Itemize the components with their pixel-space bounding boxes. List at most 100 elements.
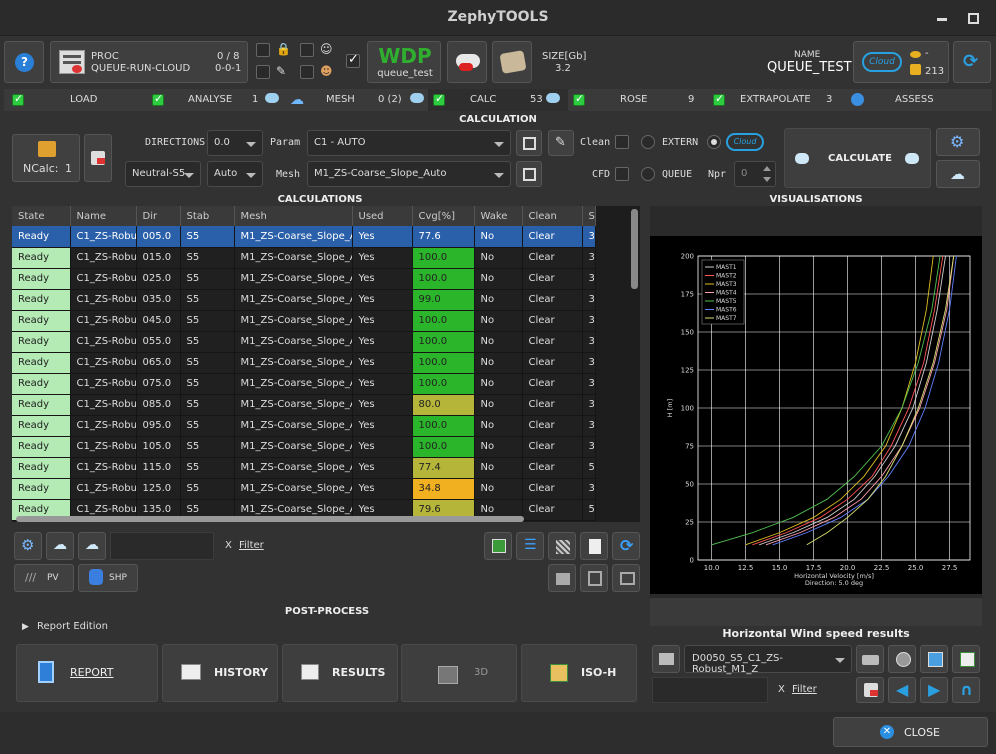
stability-select[interactable]: Neutral-S5 [125, 161, 201, 187]
table-row[interactable]: ReadyC1_ZS-Robust015.0S5M1_ZS-Coarse_Slo… [12, 247, 596, 269]
refresh-button[interactable]: ⟳ [953, 41, 991, 83]
globe-button[interactable] [888, 645, 916, 673]
table-cloud-remove-button[interactable]: ☁ [78, 532, 106, 560]
npr-spinbox[interactable]: 0 [734, 161, 776, 187]
column-header[interactable]: Clean [522, 206, 583, 226]
step-assess[interactable]: ASSESS [848, 89, 992, 111]
option-checkbox-3[interactable] [300, 43, 314, 57]
column-header[interactable]: Cvg[%] [412, 206, 475, 226]
pv-button[interactable]: /// PV [14, 564, 74, 592]
edit-param-button[interactable]: ✎ [548, 130, 574, 156]
option-checkbox-2[interactable] [256, 65, 270, 79]
column-header[interactable]: State [12, 206, 71, 226]
3d-button[interactable]: 3D [401, 644, 517, 702]
table-row[interactable]: ReadyC1_ZS-Robust005.0S5M1_ZS-Coarse_Slo… [12, 226, 596, 248]
table-row[interactable]: ReadyC1_ZS-Robust105.0S5M1_ZS-Coarse_Slo… [12, 436, 596, 458]
vis-print-button[interactable] [652, 645, 680, 673]
close-button[interactable]: ✕ CLOSE [833, 717, 988, 747]
step-rose[interactable]: ROSE 9 [568, 89, 708, 111]
table-row[interactable]: ReadyC1_ZS-Robust125.0S5M1_ZS-Coarse_Slo… [12, 478, 596, 500]
chevron-right-icon[interactable]: ▶ [22, 622, 29, 632]
spin-down-icon[interactable] [763, 177, 771, 182]
queue-radio[interactable] [641, 167, 655, 181]
step-extrapolate[interactable]: EXTRAPOLATE 3 [708, 89, 848, 111]
param-settings-button[interactable] [516, 130, 542, 156]
table-upload-button[interactable]: ☁ [46, 532, 74, 560]
mesh-select[interactable]: M1_ZS-Coarse_Slope_Auto [307, 161, 511, 187]
step-calc[interactable]: CALC 53 [428, 89, 568, 111]
filter-clear[interactable]: X [225, 540, 232, 551]
maximize-button[interactable] [968, 13, 979, 24]
wdp-queue-button[interactable]: WDP queue_test [367, 41, 441, 83]
report-edition-label[interactable]: Report Edition [37, 621, 108, 632]
history-button[interactable]: HISTORY [162, 644, 278, 702]
undo-button[interactable]: ∩ [952, 677, 980, 703]
table-row[interactable]: ReadyC1_ZS-Robust085.0S5M1_ZS-Coarse_Slo… [12, 394, 596, 416]
column-header[interactable]: Dir [136, 206, 181, 226]
column-header[interactable]: Stab [180, 206, 235, 226]
document-button[interactable] [580, 532, 608, 560]
cloud-radio[interactable] [707, 135, 721, 149]
shp-button[interactable]: SHP [78, 564, 138, 592]
wdp-checkbox[interactable]: ✓ [346, 52, 360, 68]
vis-filter-clear[interactable]: X [778, 684, 785, 695]
list-view-button[interactable]: ☰ [516, 532, 544, 560]
column-header[interactable]: S [582, 206, 596, 226]
auto-select[interactable]: Auto [207, 161, 263, 187]
column-header[interactable]: Wake [474, 206, 523, 226]
pattern-button[interactable] [548, 532, 576, 560]
minimize-button[interactable] [937, 18, 947, 21]
clean-checkbox[interactable] [615, 135, 629, 149]
spin-up-icon[interactable] [763, 166, 771, 171]
result-select[interactable]: D0050_S5_C1_ZS-Robust_M1_Z [684, 645, 852, 675]
vis-save-button[interactable] [920, 645, 948, 673]
mesh-settings-button[interactable] [516, 161, 542, 187]
horizontal-scrollbar[interactable] [16, 516, 524, 522]
step-load[interactable]: LOAD [4, 89, 144, 111]
column-header[interactable]: Mesh [234, 206, 353, 226]
cfd-checkbox[interactable] [615, 167, 629, 181]
calc-upload-button[interactable]: ☁ [936, 160, 980, 188]
calculate-button[interactable]: CALCULATE [784, 128, 931, 188]
iso-h-button[interactable]: ISO-H [521, 644, 637, 702]
tree-button[interactable] [580, 564, 608, 592]
vertical-scrollbar[interactable] [631, 209, 638, 289]
previous-button[interactable]: ◀ [888, 677, 916, 703]
cloud-disconnect-button[interactable] [447, 41, 487, 83]
report-button[interactable]: REPORT [16, 644, 158, 702]
proc-panel[interactable]: PROC QUEUE-RUN-CLOUD 0 / 8 0-0-1 [50, 41, 248, 83]
print-button[interactable] [548, 564, 576, 592]
filter-input[interactable] [110, 532, 214, 560]
column-header[interactable]: Used [352, 206, 413, 226]
table-row[interactable]: ReadyC1_ZS-Robust035.0S5M1_ZS-Coarse_Slo… [12, 289, 596, 311]
table-refresh-button[interactable]: ⟳ [612, 532, 640, 560]
results-button[interactable]: RESULTS [282, 644, 398, 702]
remove-calc-button[interactable] [84, 134, 112, 182]
vis-filter-input[interactable] [652, 677, 768, 703]
calc-settings-button[interactable]: ⚙ [936, 128, 980, 156]
cloud-account-button[interactable]: Cloud - 213 [853, 41, 949, 83]
table-row[interactable]: ReadyC1_ZS-Robust115.0S5M1_ZS-Coarse_Slo… [12, 457, 596, 479]
step-mesh[interactable]: ☁ MESH 0 (2) [288, 89, 428, 111]
table-row[interactable]: ReadyC1_ZS-Robust055.0S5M1_ZS-Coarse_Slo… [12, 331, 596, 353]
param-select[interactable]: C1 - AUTO [307, 130, 511, 156]
table-row[interactable]: ReadyC1_ZS-Robust045.0S5M1_ZS-Coarse_Slo… [12, 310, 596, 332]
help-button[interactable]: ? [4, 41, 44, 83]
camera-button[interactable] [856, 645, 884, 673]
step-analyse[interactable]: ANALYSE 1 [146, 89, 286, 111]
ncalc-button[interactable]: NCalc: 1 [12, 134, 80, 182]
table-row[interactable]: ReadyC1_ZS-Robust065.0S5M1_ZS-Coarse_Slo… [12, 352, 596, 374]
screenshot-button[interactable] [612, 564, 640, 592]
table-row[interactable]: ReadyC1_ZS-Robust095.0S5M1_ZS-Coarse_Slo… [12, 415, 596, 437]
option-checkbox-4[interactable] [300, 65, 314, 79]
table-settings-button[interactable]: ⚙ [14, 532, 42, 560]
handshake-button[interactable] [492, 41, 532, 83]
direction-select[interactable]: 0.0 [207, 130, 263, 156]
next-button[interactable]: ▶ [920, 677, 948, 703]
vis-export-button[interactable] [952, 645, 980, 673]
extern-radio[interactable] [641, 135, 655, 149]
column-header[interactable]: Name [70, 206, 137, 226]
export-excel-button[interactable] [484, 532, 512, 560]
table-row[interactable]: ReadyC1_ZS-Robust075.0S5M1_ZS-Coarse_Slo… [12, 373, 596, 395]
option-checkbox-1[interactable] [256, 43, 270, 57]
